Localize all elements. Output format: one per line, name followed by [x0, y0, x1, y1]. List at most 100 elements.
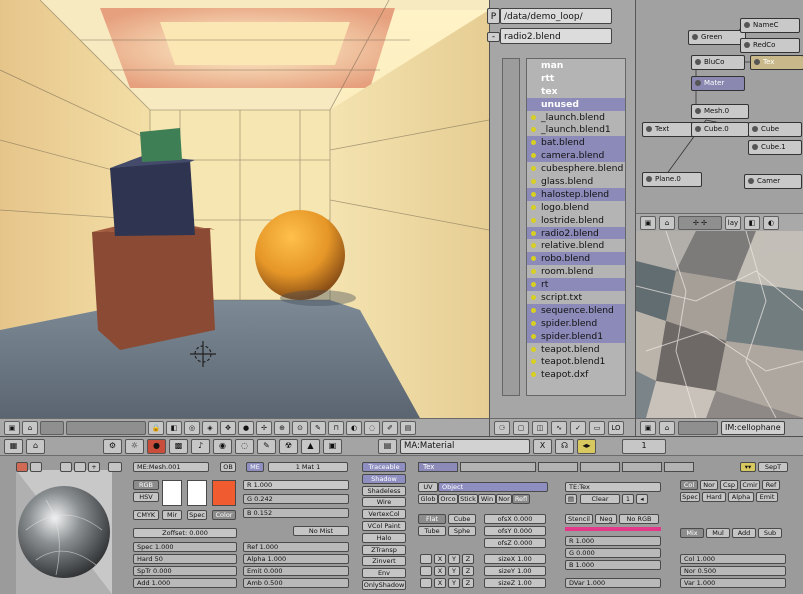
- window-type-icon[interactable]: ▣: [640, 215, 656, 230]
- texture-channel-tab[interactable]: Tex: [418, 462, 458, 472]
- mapto-hard-button[interactable]: Hard: [702, 492, 726, 502]
- file-item[interactable]: spider.blend1: [527, 329, 625, 343]
- spec-slider[interactable]: Spec 1.000: [133, 542, 237, 552]
- brush-icon[interactable]: ✐: [382, 420, 398, 435]
- file-item[interactable]: robo.blend: [527, 252, 625, 266]
- sort-alpha-icon[interactable]: ▢: [513, 420, 529, 435]
- proj-y-none[interactable]: [420, 566, 432, 576]
- neg-button[interactable]: Neg: [595, 514, 617, 524]
- schematic-node[interactable]: Text: [642, 122, 698, 137]
- emit-slider[interactable]: Emit 0.000: [243, 566, 349, 576]
- schematic-node[interactable]: Camer: [744, 174, 802, 189]
- file-item[interactable]: halostep.blend: [527, 187, 625, 201]
- blend-sub-button[interactable]: Sub: [758, 528, 782, 538]
- hsv-mode-button[interactable]: HSV: [133, 492, 159, 502]
- schematic-node[interactable]: Green: [688, 30, 746, 45]
- localview-icon[interactable]: ◎: [184, 420, 200, 435]
- directory-item[interactable]: tex: [527, 85, 625, 98]
- file-item[interactable]: logo.blend: [527, 201, 625, 214]
- ofsz-field[interactable]: ofsZ 0.000: [484, 538, 546, 548]
- file-item[interactable]: cubesphere.blend: [527, 162, 625, 175]
- schematic-node[interactable]: Plane.0: [642, 172, 702, 187]
- render-icon[interactable]: ▤: [400, 420, 416, 435]
- texture-users-field[interactable]: 1: [622, 494, 634, 504]
- schematic-node[interactable]: Cube.0: [691, 122, 749, 137]
- mapto-spec-button[interactable]: Spec: [680, 492, 700, 502]
- radiosity-buttons-icon[interactable]: ☢: [279, 438, 298, 454]
- tex-red-slider[interactable]: R 1.000: [565, 536, 661, 546]
- layer-icon[interactable]: lay: [725, 215, 741, 230]
- file-item[interactable]: radio2.blend: [527, 226, 625, 240]
- collapse-button[interactable]: -: [487, 32, 500, 42]
- window-type-icon[interactable]: ▣: [640, 420, 656, 435]
- camera-icon[interactable]: ⊙: [292, 420, 308, 435]
- proj-x-button[interactable]: X: [434, 578, 446, 588]
- file-item[interactable]: bat.blend: [527, 136, 625, 150]
- view-buttons-icon[interactable]: ⚙: [103, 438, 122, 454]
- file-item[interactable]: camera.blend: [527, 149, 625, 163]
- shading-icon[interactable]: ●: [238, 420, 254, 435]
- proj-z-button[interactable]: Z: [462, 554, 474, 564]
- cube-mapping-button[interactable]: Cube: [448, 514, 476, 524]
- object-field[interactable]: Object: [438, 482, 548, 492]
- mapto-ref-button[interactable]: Ref: [762, 480, 780, 490]
- ref-slider[interactable]: Ref 1.000: [243, 542, 349, 552]
- layer-buttons[interactable]: [66, 420, 146, 435]
- blend-mul-button[interactable]: Mul: [706, 528, 730, 538]
- texture-channel-4[interactable]: [580, 462, 620, 472]
- sphe-mapping-button[interactable]: Sphe: [448, 526, 476, 536]
- toggle-halo[interactable]: Halo: [362, 532, 406, 543]
- ob-link-button[interactable]: OB: [220, 462, 236, 472]
- var-factor-slider[interactable]: Var 1.000: [680, 578, 786, 588]
- blue-slider[interactable]: B 0.152: [243, 508, 349, 518]
- sort-size-icon[interactable]: ∿: [551, 420, 567, 435]
- preview-cube-button[interactable]: [60, 462, 72, 472]
- proj-z-none[interactable]: [420, 578, 432, 588]
- toggle-vcol-paint[interactable]: VCol Paint: [362, 521, 406, 531]
- ofsy-field[interactable]: ofsY 0.000: [484, 526, 546, 536]
- coord-orco-button[interactable]: Orco: [438, 494, 458, 504]
- mir-color-button[interactable]: Mir: [162, 510, 182, 520]
- frame-arrows-icon[interactable]: ◂▸: [577, 438, 596, 454]
- schematic-node[interactable]: Tex: [750, 55, 803, 70]
- schematic-node[interactable]: Cube: [748, 122, 802, 137]
- sizey-field[interactable]: sizeY 1.00: [484, 566, 546, 576]
- green-slider[interactable]: G 0.242: [243, 494, 349, 504]
- file-item[interactable]: teapot.blend: [527, 343, 625, 356]
- spec-color-swatch[interactable]: [187, 480, 207, 506]
- draw-icon[interactable]: ✎: [310, 420, 326, 435]
- file-item[interactable]: relative.blend: [527, 239, 625, 252]
- delete-material-button[interactable]: X: [533, 438, 552, 454]
- file-item[interactable]: teapot.dxf: [527, 368, 625, 381]
- pan-icon[interactable]: ✥: [220, 420, 236, 435]
- file-item[interactable]: glass.blend: [527, 175, 625, 188]
- proj-x-none[interactable]: [420, 554, 432, 564]
- file-item[interactable]: lostride.blend: [527, 214, 625, 227]
- alpha-slider[interactable]: Alpha 1.000: [243, 554, 349, 564]
- material-count-field[interactable]: 1 Mat 1: [268, 462, 348, 472]
- material-buttons-icon[interactable]: ●: [147, 438, 166, 454]
- current-frame-field[interactable]: 1: [622, 438, 666, 454]
- proj-x-button[interactable]: X: [434, 554, 446, 564]
- directory-item[interactable]: man: [527, 59, 625, 72]
- base-color-swatch[interactable]: [212, 480, 236, 506]
- proj-x-button[interactable]: X: [434, 566, 446, 576]
- dvar-slider[interactable]: DVar 1.000: [565, 578, 661, 588]
- home-icon[interactable]: ⌂: [659, 420, 675, 435]
- texture-color-swatch[interactable]: [565, 527, 661, 531]
- spec-color-button[interactable]: Spec: [187, 510, 207, 520]
- mirror-color-swatch[interactable]: [162, 480, 182, 506]
- sort-time-icon[interactable]: ◫: [532, 420, 548, 435]
- amb-slider[interactable]: Amb 0.500: [243, 578, 349, 588]
- toggle-shadow[interactable]: Shadow: [362, 473, 406, 484]
- preview-sphere-button[interactable]: [30, 462, 42, 472]
- toggle-ztransp[interactable]: ZTransp: [362, 544, 406, 555]
- sept-button[interactable]: SepT: [758, 462, 788, 472]
- coord-stick-button[interactable]: Stick: [458, 494, 478, 504]
- texture-name-field[interactable]: TE:Tex: [565, 482, 661, 492]
- blend-mix-button[interactable]: Mix: [680, 528, 704, 538]
- texture-buttons-icon[interactable]: ▩: [169, 438, 188, 454]
- sizex-field[interactable]: sizeX 1.00: [484, 554, 546, 564]
- file-item[interactable]: spider.blend: [527, 316, 625, 330]
- file-item[interactable]: room.blend: [527, 265, 625, 278]
